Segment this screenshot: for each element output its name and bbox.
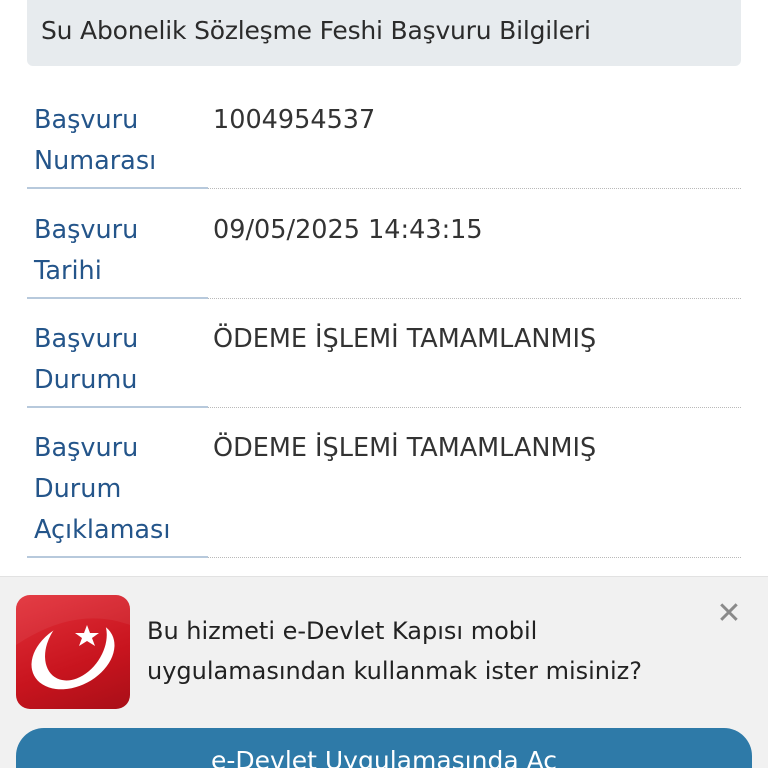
field-label: Başvuru Durumu (34, 319, 204, 401)
row-divider-dotted (208, 188, 741, 189)
row-divider (27, 187, 208, 189)
field-label: Başvuru Tarihi (34, 210, 204, 292)
field-value: 09/05/2025 14:43:15 (213, 215, 483, 245)
field-label-line: Başvuru (34, 105, 139, 135)
field-label-line: Başvuru (34, 433, 139, 463)
row-divider-dotted (208, 557, 741, 558)
e-devlet-logo-icon[interactable] (16, 595, 130, 709)
banner-message-line: Bu hizmeti e-Devlet Kapısı mobil (147, 617, 538, 645)
close-icon[interactable]: ✕ (714, 599, 744, 629)
field-label-line: Başvuru (34, 324, 139, 354)
open-in-app-button[interactable]: e-Devlet Uygulamasında Aç (16, 728, 752, 768)
banner-message-line: uygulamasından kullanmak ister misiniz? (147, 657, 642, 685)
field-value: ÖDEME İŞLEMİ TAMAMLANMIŞ (213, 324, 597, 354)
section-title: Su Abonelik Sözleşme Feshi Başvuru Bilgi… (27, 0, 741, 66)
row-divider (27, 556, 208, 558)
field-label-line: Başvuru (34, 215, 139, 245)
field-label-line: Durumu (34, 365, 138, 395)
field-value: ÖDEME İŞLEMİ TAMAMLANMIŞ (213, 433, 597, 463)
banner-message: Bu hizmeti e-Devlet Kapısı mobil uygulam… (147, 611, 667, 691)
row-divider-dotted (208, 407, 741, 408)
field-label-line: Numarası (34, 146, 157, 176)
app-install-banner: Bu hizmeti e-Devlet Kapısı mobil uygulam… (0, 576, 768, 768)
row-divider-dotted (208, 298, 741, 299)
field-label-line: Durum (34, 474, 122, 504)
field-label: Başvuru Numarası (34, 100, 204, 182)
field-label: Başvuru Durum Açıklaması (34, 428, 204, 551)
row-divider (27, 297, 208, 299)
row-divider (27, 406, 208, 408)
page: Su Abonelik Sözleşme Feshi Başvuru Bilgi… (0, 0, 768, 768)
field-label-line: Tarihi (34, 256, 102, 286)
field-label-line: Açıklaması (34, 515, 171, 545)
field-value: 1004954537 (213, 105, 376, 135)
